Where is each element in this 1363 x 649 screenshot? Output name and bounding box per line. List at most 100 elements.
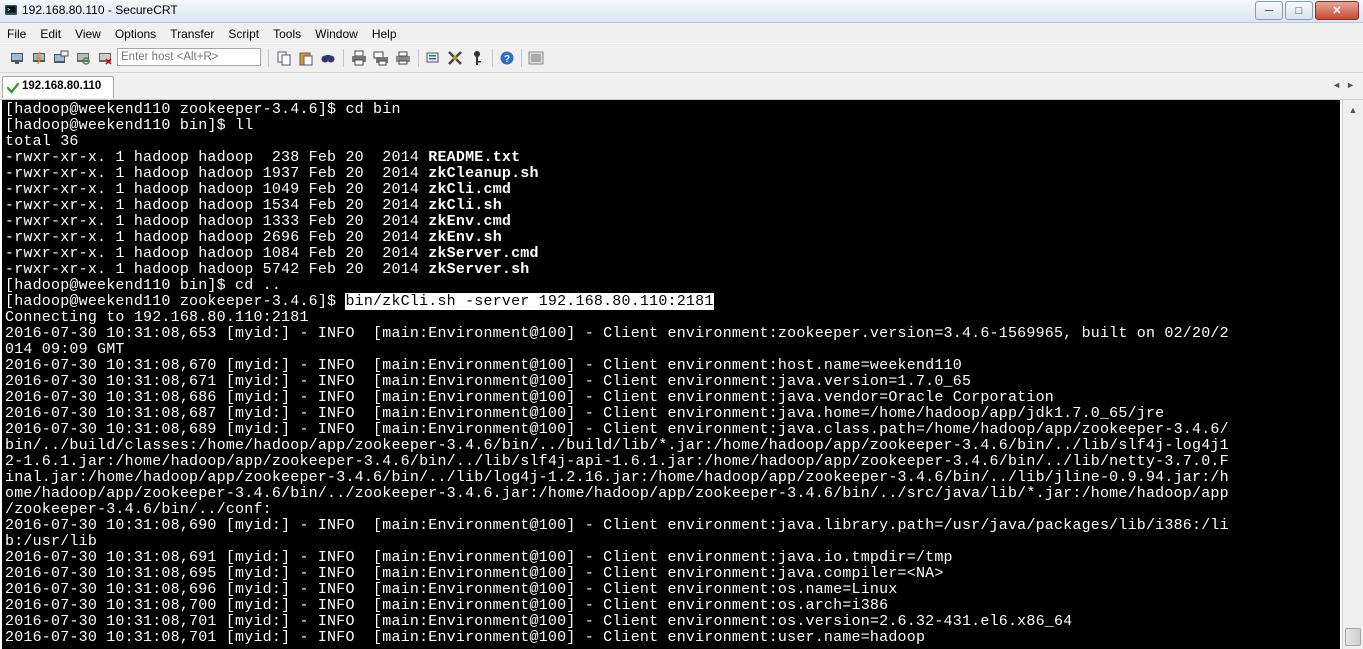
window-title: 192.168.80.110 - SecureCRT (22, 3, 178, 17)
securecrt-app-icon (5, 5, 17, 15)
terminal-line-text: 2016-07-30 10:31:08,691 [myid:] - INFO [… (5, 549, 953, 566)
terminal-line: 2016-07-30 10:31:08,690 [myid:] - INFO [… (5, 518, 1229, 534)
scroll-up-icon[interactable]: ▲ (1345, 102, 1361, 118)
connect-icon[interactable] (8, 49, 26, 67)
terminal-line: 2-1.6.1.jar:/home/hadoop/app/zookeeper-3… (5, 454, 1229, 470)
paste-icon[interactable] (297, 49, 315, 67)
menu-transfer[interactable]: Transfer (163, 23, 221, 43)
keymap-icon[interactable] (468, 49, 486, 67)
toolbar-separator (343, 49, 344, 67)
terminal-line: -rwxr-xr-x. 1 hadoop hadoop 2696 Feb 20 … (5, 230, 1229, 246)
terminal-line: inal.jar:/home/hadoop/app/zookeeper-3.4.… (5, 470, 1229, 486)
session-options-icon[interactable] (424, 49, 442, 67)
terminal-line-text: 2016-07-30 10:31:08,671 [myid:] - INFO [… (5, 373, 972, 390)
reconnect-icon[interactable] (74, 49, 92, 67)
terminal-line-text: [hadoop@weekend110 zookeeper-3.4.6]$ cd … (5, 101, 401, 118)
print-icon[interactable] (350, 49, 368, 67)
terminal-line: -rwxr-xr-x. 1 hadoop hadoop 1333 Feb 20 … (5, 214, 1229, 230)
terminal-line: [hadoop@weekend110 zookeeper-3.4.6]$ bin… (5, 293, 1229, 310)
quick-connect-icon[interactable] (30, 49, 48, 67)
session-tab-strip: 192.168.80.110 ◄ ► (0, 73, 1363, 100)
terminal-line: 2016-07-30 10:31:08,695 [myid:] - INFO [… (5, 566, 1229, 582)
tab-scroll-left-icon[interactable]: ◄ (1332, 80, 1341, 90)
terminal-line-text: total 36 (5, 133, 79, 150)
close-button[interactable]: ✕ (1315, 1, 1359, 20)
terminal-line-text: b:/usr/lib (5, 533, 98, 550)
terminal-line-text: 2016-07-30 10:31:08,653 [myid:] - INFO [… (5, 325, 1229, 342)
menu-bar: File Edit View Options Transfer Script T… (0, 23, 1363, 43)
window-controls: ─ □ ✕ (1253, 1, 1359, 20)
print-selection-icon[interactable] (372, 49, 390, 67)
terminal-line: bin/../build/classes:/home/hadoop/app/zo… (5, 438, 1229, 454)
tab-session[interactable]: 192.168.80.110 (2, 76, 114, 98)
terminal-line: 2016-07-30 10:31:08,691 [myid:] - INFO [… (5, 550, 1229, 566)
toolbar-separator (521, 49, 522, 67)
file-name: zkCleanup.sh (428, 165, 539, 182)
help-icon[interactable]: ? (498, 49, 516, 67)
menu-tools[interactable]: Tools (266, 23, 308, 43)
host-input[interactable] (117, 48, 261, 66)
connect-in-tab-icon[interactable] (52, 49, 70, 67)
terminal-line-text: 2016-07-30 10:31:08,700 [myid:] - INFO [… (5, 597, 889, 614)
toolbar-separator (268, 49, 269, 67)
terminal-line: 2016-07-30 10:31:08,701 [myid:] - INFO [… (5, 614, 1229, 630)
terminal-line-text: -rwxr-xr-x. 1 hadoop hadoop 1333 Feb 20 … (5, 213, 429, 230)
menu-edit[interactable]: Edit (33, 23, 68, 43)
file-name: zkEnv.sh (428, 229, 502, 246)
terminal-line: [hadoop@weekend110 bin]$ ll (5, 118, 1229, 134)
vertical-scrollbar[interactable]: ▲ (1342, 100, 1363, 649)
terminal-view[interactable]: [hadoop@weekend110 zookeeper-3.4.6]$ cd … (2, 100, 1340, 649)
file-name: zkEnv.cmd (428, 213, 512, 230)
scroll-thumb[interactable] (1345, 628, 1361, 646)
terminal-line-text: [hadoop@weekend110 bin]$ cd .. (5, 277, 282, 294)
terminal-line-text: Connecting to 192.168.80.110:2181 (5, 309, 309, 326)
disconnect-icon[interactable] (96, 49, 114, 67)
terminal-line: -rwxr-xr-x. 1 hadoop hadoop 5742 Feb 20 … (5, 262, 1229, 278)
print-setup-icon[interactable] (394, 49, 412, 67)
tab-scroll-right-icon[interactable]: ► (1346, 80, 1355, 90)
scroll-track[interactable] (1345, 120, 1361, 628)
terminal-line-text: [hadoop@weekend110 zookeeper-3.4.6]$ (5, 293, 346, 310)
terminal-line-text: 014 09:09 GMT (5, 341, 125, 358)
terminal-line: 2016-07-30 10:31:08,696 [myid:] - INFO [… (5, 582, 1229, 598)
menu-view[interactable]: View (68, 23, 108, 43)
menu-file[interactable]: File (0, 23, 33, 43)
terminal-line-text: 2016-07-30 10:31:08,690 [myid:] - INFO [… (5, 517, 1229, 534)
file-name: README.txt (428, 149, 521, 166)
global-options-icon[interactable] (446, 49, 464, 67)
terminal-line: 014 09:09 GMT (5, 342, 1229, 358)
terminal-line-text: 2016-07-30 10:31:08,686 [myid:] - INFO [… (5, 389, 1054, 406)
minimize-button[interactable]: ─ (1255, 1, 1283, 20)
terminal-line: -rwxr-xr-x. 1 hadoop hadoop 1534 Feb 20 … (5, 198, 1229, 214)
terminal-line: 2016-07-30 10:31:08,671 [myid:] - INFO [… (5, 374, 1229, 390)
terminal-line: -rwxr-xr-x. 1 hadoop hadoop 1049 Feb 20 … (5, 182, 1229, 198)
terminal-output: [hadoop@weekend110 zookeeper-3.4.6]$ cd … (5, 102, 1229, 646)
maximize-button[interactable]: □ (1285, 1, 1313, 20)
terminal-line-text: 2016-07-30 10:31:08,687 [myid:] - INFO [… (5, 405, 1165, 422)
terminal-line: -rwxr-xr-x. 1 hadoop hadoop 238 Feb 20 2… (5, 150, 1229, 166)
terminal-line: -rwxr-xr-x. 1 hadoop hadoop 1937 Feb 20 … (5, 166, 1229, 182)
menu-window[interactable]: Window (308, 23, 365, 43)
terminal-line: 2016-07-30 10:31:08,670 [myid:] - INFO [… (5, 358, 1229, 374)
svg-text:?: ? (504, 54, 510, 65)
terminal-line-text: -rwxr-xr-x. 1 hadoop hadoop 1049 Feb 20 … (5, 181, 429, 198)
terminal-line: 2016-07-30 10:31:08,686 [myid:] - INFO [… (5, 390, 1229, 406)
terminal-line: total 36 (5, 134, 1229, 150)
terminal-line-text: 2-1.6.1.jar:/home/hadoop/app/zookeeper-3… (5, 453, 1229, 470)
toolbar: ? (0, 44, 1363, 73)
terminal-line-text: 2016-07-30 10:31:08,701 [myid:] - INFO [… (5, 629, 926, 646)
menu-options[interactable]: Options (108, 23, 163, 43)
menu-help[interactable]: Help (365, 23, 404, 43)
find-icon[interactable] (319, 49, 337, 67)
terminal-line: 2016-07-30 10:31:08,700 [myid:] - INFO [… (5, 598, 1229, 614)
terminal-line: 2016-07-30 10:31:08,653 [myid:] - INFO [… (5, 326, 1229, 342)
file-name: zkCli.cmd (428, 181, 512, 198)
terminal-line-text: -rwxr-xr-x. 1 hadoop hadoop 2696 Feb 20 … (5, 229, 429, 246)
terminal-line-text: -rwxr-xr-x. 1 hadoop hadoop 5742 Feb 20 … (5, 261, 429, 278)
terminal-line: /zookeeper-3.4.6/bin/../conf: (5, 502, 1229, 518)
sftp-icon[interactable] (527, 49, 545, 67)
terminal-line: ome/hadoop/app/zookeeper-3.4.6/bin/../zo… (5, 486, 1229, 502)
terminal-line: [hadoop@weekend110 bin]$ cd .. (5, 278, 1229, 294)
copy-icon[interactable] (275, 49, 293, 67)
menu-script[interactable]: Script (221, 23, 266, 43)
